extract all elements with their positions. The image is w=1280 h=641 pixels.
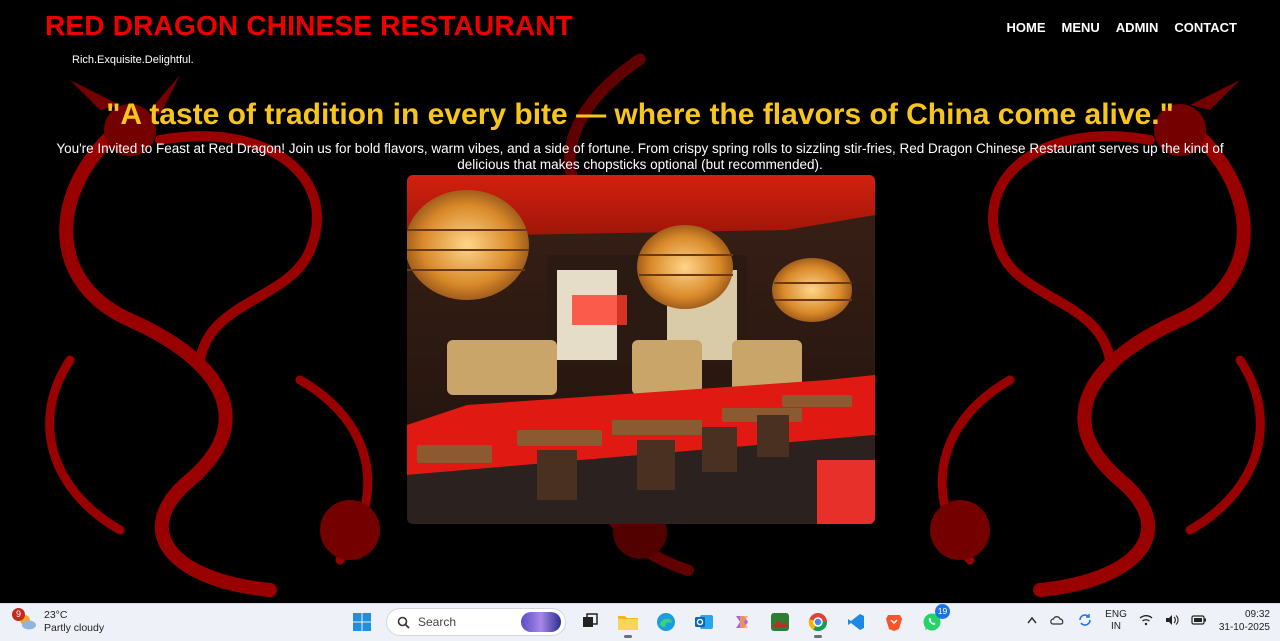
clock-time: 09:32 [1244,609,1270,620]
hero-quote: "A taste of tradition in every bite — wh… [106,98,1174,131]
brave-browser-icon[interactable] [880,608,908,636]
photos-app-icon[interactable] [766,608,794,636]
clock[interactable]: 09:32 31-10-2025 [1219,608,1270,634]
nav-contact-link[interactable]: CONTACT [1174,20,1237,35]
partly-cloudy-icon: 9 [12,608,38,633]
nav-menu-link[interactable]: MENU [1062,20,1100,35]
weather-temp: 23°C [44,609,68,621]
outlook-icon[interactable] [690,608,718,636]
onedrive-cloud-icon[interactable] [1049,614,1065,629]
input-language-indicator[interactable]: ENG IN [1105,609,1127,633]
weather-desc: Partly cloudy [44,622,105,634]
search-placeholder: Search [418,615,457,629]
page: RED DRAGON CHINESE RESTAURANT Rich.Exqui… [0,0,1280,603]
chrome-browser-icon[interactable] [804,608,832,638]
taskbar-apps: Search 19 [348,604,950,638]
task-view-icon[interactable] [576,608,604,636]
hero-intro: You're Invited to Feast at Red Dragon! J… [56,141,1224,172]
sync-icon[interactable] [1077,612,1093,631]
weather-badge: 9 [12,608,25,621]
file-explorer-icon[interactable] [614,608,642,638]
clock-date: 31-10-2025 [1218,622,1270,633]
search-icon [397,616,410,629]
nav-admin-link[interactable]: ADMIN [1116,20,1159,35]
lang-region: IN [1111,621,1121,632]
battery-icon[interactable] [1191,614,1207,628]
taskbar: 9 23°C Partly cloudy Search 19 ENG IN 09… [0,603,1280,641]
volume-icon[interactable] [1165,614,1179,629]
search-highlight-icon [521,612,561,632]
weather-widget[interactable]: 9 23°C Partly cloudy [12,608,105,635]
edge-browser-icon[interactable] [652,608,680,636]
whatsapp-icon[interactable]: 19 [918,604,950,636]
lang-code: ENG [1105,609,1127,620]
restaurant-interior-photo [407,175,875,524]
whatsapp-unread-badge: 19 [935,604,950,619]
vscode-icon[interactable] [842,608,870,636]
nav-home-link[interactable]: HOME [1007,20,1046,35]
tagline: Rich.Exquisite.Delightful. [72,54,194,66]
wifi-icon[interactable] [1139,614,1153,629]
taskbar-search-box[interactable]: Search [386,608,566,636]
start-windows-icon[interactable] [348,608,376,636]
chevron-up-icon[interactable] [1027,616,1037,627]
brand-title: RED DRAGON CHINESE RESTAURANT [45,10,573,41]
main-nav: HOME MENU ADMIN CONTACT [1007,20,1237,35]
copilot-icon[interactable] [728,608,756,636]
system-tray: ENG IN 09:32 31-10-2025 [1027,608,1270,634]
